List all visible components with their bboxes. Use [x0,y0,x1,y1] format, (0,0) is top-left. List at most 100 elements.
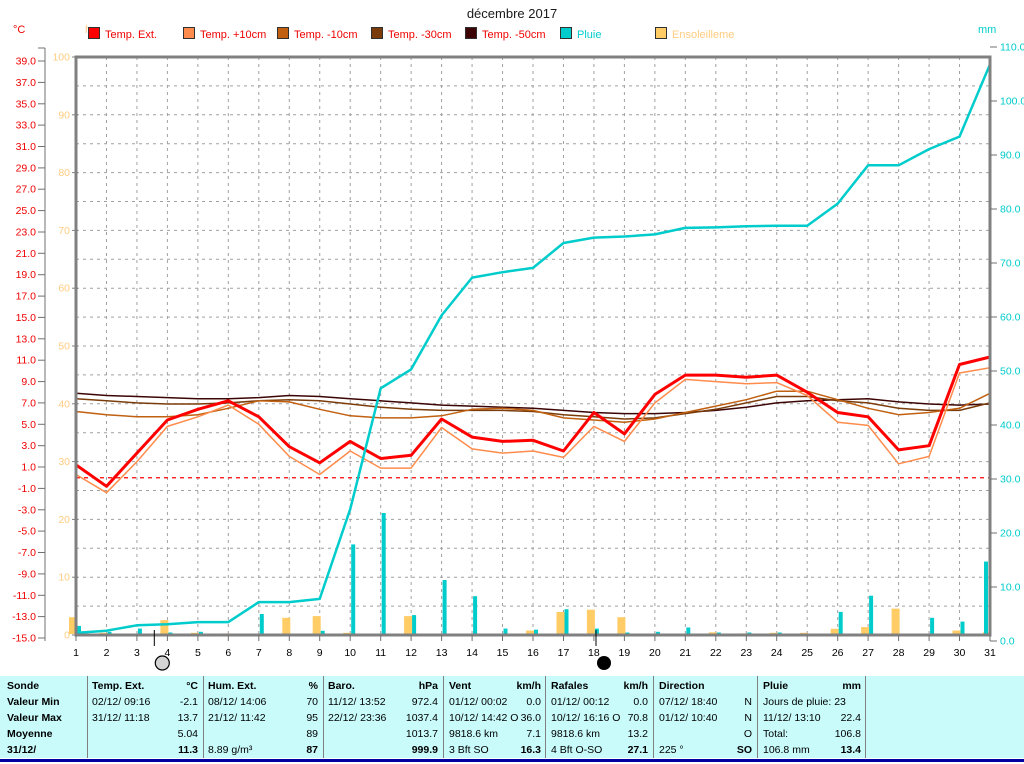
table-cell: 8.89 g/m³ [208,744,253,756]
hours-axis: 0 10 20 30 40 50 60 70 80 90 100 [52,52,78,642]
table-cell: Hum. Ext. [208,680,257,692]
table-cell-value: % [308,680,318,692]
table-cell: Baro. [328,680,355,692]
svg-text:15.0: 15.0 [16,312,37,324]
table-row: Total: 106.8 [763,728,861,743]
svg-text:10: 10 [344,647,356,659]
table-cell: 11/12/ 13:52 [328,696,386,708]
table-cell-value: 11.3 [178,744,198,756]
table-row: Hum. Ext.% [208,680,318,695]
svg-text:30.0: 30.0 [1000,474,1021,486]
svg-text:22: 22 [710,647,722,659]
svg-text:15: 15 [497,647,509,659]
table-cell-value: mm [842,680,861,692]
svg-text:30: 30 [954,647,966,659]
svg-text:-9.0: -9.0 [18,568,36,580]
svg-text:6: 6 [225,647,231,659]
table-cell-value: 27.1 [627,744,648,756]
svg-text:16: 16 [527,647,539,659]
table-row: 4 Bft O-SO 27.1 [551,744,648,759]
table-cell-value: N [744,696,752,708]
table-column-direction: Direction 07/12/ 18:40 N 01/12/ 10:40 N O 225 … [659,676,752,758]
svg-text:80.0: 80.0 [1000,204,1021,216]
svg-text:21.0: 21.0 [16,248,37,260]
table-cell-value: 1037.4 [405,712,438,724]
table-cell: 10/12/ 14:42 O [449,712,519,724]
table-column-separator [653,676,654,758]
table-row: Valeur Max [7,712,81,727]
table-cell: 31/12/ [7,744,37,756]
svg-text:90: 90 [58,109,70,121]
table-cell: 106.8 mm [763,744,810,756]
svg-text:8: 8 [286,647,292,659]
svg-text:12: 12 [405,647,417,659]
svg-text:10.0: 10.0 [1000,582,1021,594]
table-row: 01/12/ 00:12 0.0 [551,696,648,711]
table-cell: Total: [763,728,789,740]
rain-bars [77,513,988,634]
svg-text:40.0: 40.0 [1000,420,1021,432]
table-column-separator [865,676,866,758]
table-row-label-column: Sonde Valeur Min Valeur Max Moyenne 31/12/ [7,676,81,758]
table-cell: Temp. Ext. [92,680,145,692]
svg-text:-11.0: -11.0 [13,590,36,602]
svg-text:50: 50 [58,341,70,353]
table-cell-value: 16.3 [520,744,541,756]
svg-text:11.0: 11.0 [16,355,36,367]
table-cell: 11/12/ 13:10 [763,712,821,724]
table-cell: 08/12/ 14:06 [208,696,267,708]
table-cell: 01/12/ 00:12 [551,696,610,708]
weather-chart-plot: 39.037.035.033.031.029.027.025.023.021.0… [12,42,1024,671]
table-cell: 225 ° [659,744,684,756]
table-column-separator [757,676,758,758]
table-cell-value: km/h [623,680,648,692]
table-column-baro-: Baro. hPa 11/12/ 13:52 972.4 22/12/ 23:36 103… [328,676,438,758]
mm-axis: 0.0 10.0 20.0 30.0 40.0 50.0 60.0 70.0 80.0 90.0 1… [990,42,1024,648]
svg-text:5.0: 5.0 [21,419,36,431]
table-column-separator [545,676,546,758]
svg-text:10: 10 [58,572,70,584]
svg-text:24: 24 [771,647,783,659]
svg-text:60: 60 [58,283,70,295]
svg-text:11: 11 [375,647,386,659]
svg-text:28: 28 [893,647,905,659]
svg-text:5: 5 [195,647,201,659]
svg-text:21: 21 [679,647,691,659]
svg-text:7: 7 [256,647,262,659]
table-cell: 21/12/ 11:42 [208,712,266,724]
svg-text:25.0: 25.0 [16,205,37,217]
table-row: Moyenne [7,728,81,743]
table-row: Jours de pluie: 23 [763,696,861,711]
table-row: 3 Bft SO 16.3 [449,744,541,759]
table-row: 01/12/ 00:02 0.0 [449,696,541,711]
svg-text:3: 3 [134,647,140,659]
table-row: Baro. hPa [328,680,438,695]
table-cell: 01/12/ 10:40 [659,712,718,724]
table-cell-value: 87 [306,744,318,756]
table-cell: 02/12/ 09:16 [92,696,151,708]
table-cell: 01/12/ 00:02 [449,696,508,708]
table-cell-value: N [744,712,752,724]
table-row: 10/12/ 16:16 O 70.8 [551,712,648,727]
table-column-separator [87,676,88,758]
svg-text:18: 18 [588,647,600,659]
svg-text:-15.0: -15.0 [12,633,36,645]
svg-text:17: 17 [558,647,570,659]
svg-text:60.0: 60.0 [1000,312,1021,324]
svg-text:25: 25 [801,647,813,659]
svg-text:2: 2 [104,647,110,659]
table-row: 31/12/ 11:18 13.7 [92,712,198,727]
table-row: Pluie mm [763,680,861,695]
svg-text:-1.0: -1.0 [18,483,36,495]
svg-text:37.0: 37.0 [16,77,37,89]
table-cell-value: km/h [516,680,541,692]
table-column-rafales: Rafales km/h 01/12/ 00:12 0.0 10/12/ 16:16 O… [551,676,648,758]
table-column-temp-ext-: Temp. Ext. °C 02/12/ 09:16 -2.1 31/12/ 11:18… [92,676,198,758]
svg-text:20: 20 [649,647,661,659]
table-row: 10/12/ 14:42 O 36.0 [449,712,541,727]
svg-text:19.0: 19.0 [16,269,37,281]
svg-text:80: 80 [58,167,70,179]
svg-text:29.0: 29.0 [16,162,37,174]
svg-text:23.0: 23.0 [16,227,37,239]
table-row: Rafales km/h [551,680,648,695]
